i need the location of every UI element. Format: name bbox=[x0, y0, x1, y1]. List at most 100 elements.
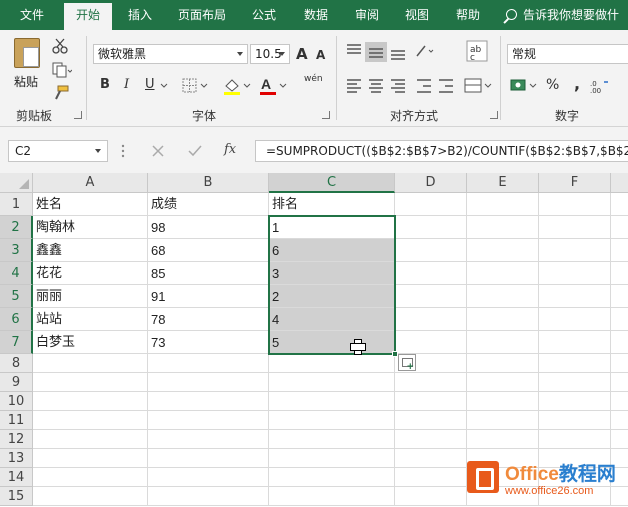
tab-view[interactable]: 视图 bbox=[397, 0, 437, 30]
tab-insert[interactable]: 插入 bbox=[120, 0, 160, 30]
column-header-f[interactable]: F bbox=[539, 173, 611, 193]
cell[interactable] bbox=[269, 468, 395, 487]
cell[interactable] bbox=[269, 430, 395, 449]
cell[interactable] bbox=[395, 239, 467, 262]
cell[interactable] bbox=[611, 392, 628, 411]
cell[interactable] bbox=[611, 285, 628, 308]
cell[interactable] bbox=[467, 193, 539, 216]
cell[interactable] bbox=[269, 449, 395, 468]
cell[interactable]: 陶翰林 bbox=[33, 216, 148, 239]
accounting-format-icon[interactable] bbox=[510, 76, 540, 96]
cell[interactable] bbox=[395, 411, 467, 430]
row-header-4[interactable]: 4 bbox=[0, 262, 33, 285]
name-box[interactable]: C2 bbox=[8, 140, 108, 162]
format-painter-icon[interactable] bbox=[52, 85, 70, 101]
percent-button[interactable]: % bbox=[546, 77, 559, 93]
select-all-corner[interactable] bbox=[0, 173, 33, 193]
cell[interactable] bbox=[467, 392, 539, 411]
cell[interactable]: 站站 bbox=[33, 308, 148, 331]
cell[interactable] bbox=[395, 216, 467, 239]
chevron-down-icon[interactable] bbox=[160, 83, 168, 89]
cell[interactable]: 98 bbox=[148, 216, 269, 239]
column-header-e[interactable]: E bbox=[467, 173, 539, 193]
cell[interactable] bbox=[467, 216, 539, 239]
column-header-g[interactable] bbox=[611, 173, 628, 193]
tab-home[interactable]: 开始 bbox=[64, 3, 112, 30]
font-color-icon[interactable]: A bbox=[258, 76, 288, 96]
cell[interactable] bbox=[395, 331, 467, 354]
alignment-launcher-icon[interactable] bbox=[490, 111, 498, 119]
cell[interactable]: 6 bbox=[269, 239, 395, 262]
row-header-11[interactable]: 11 bbox=[0, 411, 33, 430]
cell[interactable] bbox=[539, 373, 611, 392]
cell[interactable] bbox=[611, 331, 628, 354]
row-header-15[interactable]: 15 bbox=[0, 487, 33, 506]
cell[interactable]: 1 bbox=[269, 216, 395, 239]
row-header-9[interactable]: 9 bbox=[0, 373, 33, 392]
formula-input[interactable]: =SUMPRODUCT(($B$2:$B$7>B2)/COUNTIF($B$2:… bbox=[255, 140, 628, 162]
cell[interactable]: 78 bbox=[148, 308, 269, 331]
cell[interactable] bbox=[395, 308, 467, 331]
row-header-5[interactable]: 5 bbox=[0, 285, 33, 308]
cell[interactable] bbox=[148, 449, 269, 468]
cell[interactable]: 73 bbox=[148, 331, 269, 354]
column-header-c[interactable]: C bbox=[269, 173, 395, 193]
row-header-7[interactable]: 7 bbox=[0, 331, 33, 354]
row-header-12[interactable]: 12 bbox=[0, 430, 33, 449]
cell[interactable] bbox=[539, 262, 611, 285]
cell[interactable] bbox=[33, 411, 148, 430]
row-header-1[interactable]: 1 bbox=[0, 193, 33, 216]
cell[interactable]: 5 bbox=[269, 331, 395, 354]
cell[interactable] bbox=[33, 449, 148, 468]
cell[interactable] bbox=[33, 354, 148, 373]
row-header-10[interactable]: 10 bbox=[0, 392, 33, 411]
cell[interactable] bbox=[33, 487, 148, 506]
paste-icon[interactable] bbox=[14, 38, 40, 68]
cell[interactable] bbox=[33, 373, 148, 392]
cell[interactable] bbox=[33, 392, 148, 411]
cell[interactable] bbox=[467, 239, 539, 262]
cell[interactable] bbox=[269, 411, 395, 430]
cell[interactable] bbox=[269, 373, 395, 392]
tab-file[interactable]: 文件 bbox=[10, 0, 54, 30]
cell[interactable] bbox=[539, 411, 611, 430]
cell[interactable]: 85 bbox=[148, 262, 269, 285]
cell[interactable] bbox=[539, 193, 611, 216]
cell[interactable] bbox=[539, 285, 611, 308]
cell[interactable] bbox=[148, 392, 269, 411]
row-header-2[interactable]: 2 bbox=[0, 216, 33, 239]
cell[interactable] bbox=[611, 216, 628, 239]
row-header-3[interactable]: 3 bbox=[0, 239, 33, 262]
borders-icon[interactable] bbox=[182, 78, 210, 94]
cell[interactable]: 鑫鑫 bbox=[33, 239, 148, 262]
confirm-icon[interactable] bbox=[188, 145, 202, 157]
italic-button[interactable]: I bbox=[124, 77, 129, 92]
cell[interactable] bbox=[611, 411, 628, 430]
bold-button[interactable]: B bbox=[100, 77, 110, 92]
cell[interactable] bbox=[395, 430, 467, 449]
cell[interactable] bbox=[395, 285, 467, 308]
cell[interactable] bbox=[395, 262, 467, 285]
cell[interactable] bbox=[539, 308, 611, 331]
cell[interactable] bbox=[467, 262, 539, 285]
quick-analysis-icon[interactable] bbox=[398, 354, 416, 372]
cell[interactable] bbox=[33, 430, 148, 449]
cell[interactable] bbox=[467, 308, 539, 331]
row-header-6[interactable]: 6 bbox=[0, 308, 33, 331]
cell[interactable] bbox=[611, 308, 628, 331]
cancel-icon[interactable] bbox=[152, 145, 164, 157]
cell[interactable]: 丽丽 bbox=[33, 285, 148, 308]
cell[interactable] bbox=[467, 331, 539, 354]
cell[interactable] bbox=[539, 392, 611, 411]
tab-page-layout[interactable]: 页面布局 bbox=[170, 0, 234, 30]
cell[interactable] bbox=[269, 487, 395, 506]
font-name-combo[interactable]: 微软雅黑 bbox=[93, 44, 248, 64]
cell[interactable]: 排名 bbox=[269, 193, 395, 216]
row-header-13[interactable]: 13 bbox=[0, 449, 33, 468]
cell[interactable] bbox=[539, 354, 611, 373]
cell[interactable] bbox=[148, 354, 269, 373]
more-dots-icon[interactable] bbox=[120, 144, 126, 158]
row-header-8[interactable]: 8 bbox=[0, 354, 33, 373]
cell[interactable] bbox=[539, 430, 611, 449]
insert-function-button[interactable]: fx bbox=[224, 142, 236, 157]
